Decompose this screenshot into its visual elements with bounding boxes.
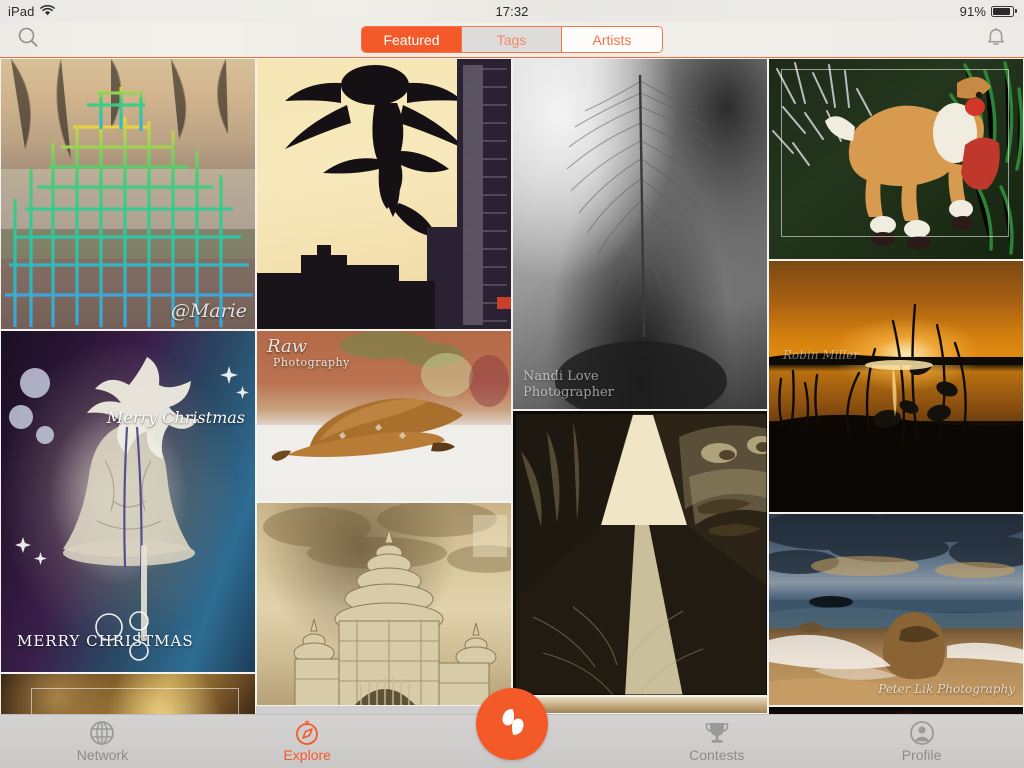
- photo-artwork: [1, 59, 255, 327]
- photo-image: [769, 707, 1023, 714]
- photo-silver-christmas-bell[interactable]: Merry Christmas MERRY CHRISTMAS: [0, 330, 256, 673]
- column-4: Robin Miller Peter Lik Photography: [768, 58, 1024, 714]
- photo-scaffolding-rainbow[interactable]: @Marie: [0, 58, 256, 330]
- photo-image: [257, 331, 511, 501]
- app-root: iPad 17:32 91% Featured Tags Artists @Ma…: [0, 0, 1024, 768]
- column-3: Nandi Love Photographer: [512, 58, 768, 714]
- photo-golden-bokeh-partial[interactable]: [0, 673, 256, 714]
- photo-artwork: [769, 303, 1023, 512]
- photo-image: [769, 514, 1023, 705]
- segment-featured[interactable]: Featured: [362, 27, 462, 52]
- photo-lake-sunset[interactable]: Robin Miller: [768, 260, 1024, 513]
- photo-sepia-temple[interactable]: [256, 502, 512, 706]
- photo-artwork: [9, 357, 249, 661]
- search-button[interactable]: [2, 22, 54, 58]
- photo-graffiti-alley[interactable]: [512, 410, 768, 696]
- photo-grid[interactable]: @Marie Merry Christmas MERRY CHRISTMAS R…: [0, 58, 1024, 714]
- photo-night-scene-partial[interactable]: [768, 706, 1024, 714]
- photo-reindeer-ornament[interactable]: [768, 58, 1024, 260]
- tab-profile-label: Profile: [901, 746, 942, 763]
- photo-image: [257, 503, 511, 705]
- photo-beach-rock-seascape[interactable]: Peter Lik Photography: [768, 513, 1024, 706]
- tab-network[interactable]: Network: [0, 715, 205, 768]
- photo-artwork: [257, 331, 511, 501]
- photo-artwork: [769, 514, 1023, 705]
- column-2: Raw Photography: [256, 58, 512, 706]
- photo-image: [513, 411, 767, 695]
- compass-icon: [294, 720, 320, 745]
- segment-tags[interactable]: Tags: [462, 27, 562, 52]
- tab-contests[interactable]: Contests: [614, 715, 819, 768]
- notifications-button[interactable]: [970, 22, 1022, 58]
- photo-image: [513, 59, 767, 409]
- photo-image: [257, 59, 511, 329]
- photo-image: [769, 261, 1023, 512]
- status-bar: iPad 17:32 91%: [0, 0, 1024, 22]
- photo-inner-frame: [31, 688, 239, 714]
- status-bar-clock: 17:32: [495, 3, 529, 19]
- photo-artwork: [257, 59, 511, 329]
- butterfly-logo-icon: [493, 703, 531, 746]
- photo-artwork: [555, 74, 727, 409]
- photo-image: [1, 331, 255, 672]
- photo-artwork: [513, 411, 767, 695]
- tab-bar: Network Explore Contests Profile: [0, 688, 1024, 768]
- photo-image: [513, 697, 767, 713]
- photo-warm-interior-partial[interactable]: [512, 696, 768, 714]
- trophy-icon: [704, 721, 730, 745]
- photo-dried-leaf[interactable]: Raw Photography: [256, 330, 512, 502]
- tab-contests-label: Contests: [689, 746, 745, 763]
- photo-artwork: [263, 503, 511, 705]
- photo-streetlamp-silhouette[interactable]: [256, 58, 512, 330]
- tab-explore-label: Explore: [283, 746, 331, 763]
- battery-percent-label: 91%: [959, 3, 986, 19]
- column-1: @Marie Merry Christmas MERRY CHRISTMAS: [0, 58, 256, 714]
- search-icon: [16, 26, 40, 55]
- segment-artists[interactable]: Artists: [562, 27, 662, 52]
- globe-icon: [89, 720, 115, 745]
- tab-network-label: Network: [76, 746, 129, 763]
- tab-profile[interactable]: Profile: [819, 715, 1024, 768]
- tab-explore[interactable]: Explore: [205, 715, 410, 768]
- person-icon: [909, 720, 935, 745]
- nav-bar: Featured Tags Artists: [0, 22, 1024, 58]
- photo-image: [1, 59, 255, 329]
- compose-fab[interactable]: [476, 688, 548, 760]
- photo-feather-bw[interactable]: Nandi Love Photographer: [512, 58, 768, 410]
- bell-icon: [984, 26, 1008, 55]
- feed-filter-segmented-control[interactable]: Featured Tags Artists: [361, 26, 663, 53]
- photo-inner-frame: [781, 69, 1009, 237]
- status-bar-right: 91%: [960, 4, 1017, 19]
- battery-icon: [991, 5, 1017, 17]
